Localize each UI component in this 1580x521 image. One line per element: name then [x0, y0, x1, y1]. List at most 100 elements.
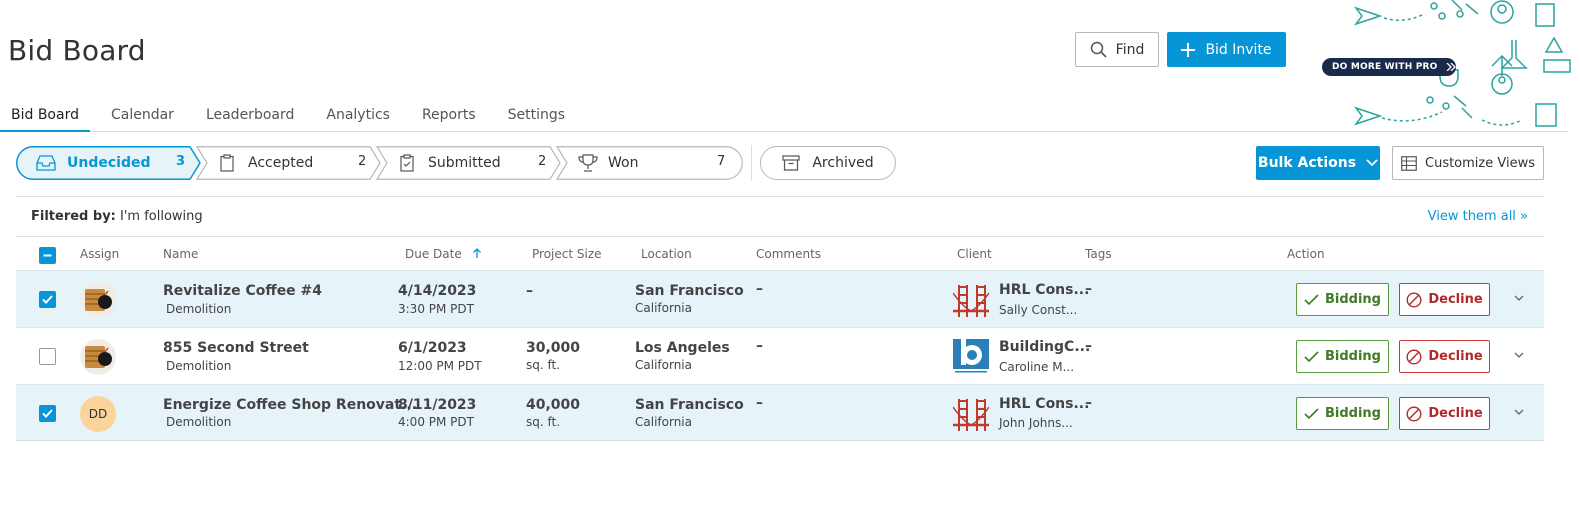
plus-icon — [1181, 42, 1196, 57]
decline-label: Decline — [1428, 349, 1483, 364]
location-state: California — [635, 415, 692, 429]
location-city: Los Angeles — [635, 340, 730, 356]
filter-text: Filtered by: I'm following — [31, 209, 203, 224]
stage-undecided[interactable]: Undecided 3 — [16, 146, 201, 180]
decline-button[interactable]: Decline — [1399, 397, 1490, 430]
table-row[interactable]: Revitalize Coffee #4 Demolition 4/14/202… — [16, 270, 1544, 327]
tab-settings[interactable]: Settings — [497, 103, 576, 132]
bidding-button[interactable]: Bidding — [1296, 283, 1389, 316]
comments: – — [756, 338, 763, 354]
stage-won-label: Won — [608, 155, 639, 171]
chevron-down-icon[interactable] — [1512, 291, 1526, 305]
project-size: 40,000 — [526, 397, 581, 413]
tab-analytics[interactable]: Analytics — [315, 103, 401, 132]
client-name[interactable]: HRL Cons... — [999, 282, 1089, 298]
project-name[interactable]: Energize Coffee Shop Renovat... — [163, 397, 417, 413]
tags: – — [1085, 281, 1092, 297]
ban-icon — [1406, 348, 1422, 365]
tab-reports[interactable]: Reports — [411, 103, 487, 132]
client-contact: John Johns... — [999, 416, 1073, 430]
select-all-checkbox[interactable] — [39, 247, 56, 264]
project-name[interactable]: Revitalize Coffee #4 — [163, 283, 322, 299]
stage-won[interactable]: Won 7 — [556, 146, 743, 180]
column-tags[interactable]: Tags — [1085, 247, 1112, 261]
column-comments[interactable]: Comments — [756, 247, 821, 261]
stage-accepted-count: 2 — [358, 154, 367, 169]
clipboard-icon — [220, 154, 234, 172]
bidding-label: Bidding — [1325, 406, 1381, 421]
tab-calendar[interactable]: Calendar — [100, 103, 185, 132]
bulk-actions-button[interactable]: Bulk Actions — [1256, 146, 1380, 180]
column-client[interactable]: Client — [957, 247, 992, 261]
table-header: Assign Name Due Date Project Size Locati… — [16, 238, 1544, 270]
tab-leaderboard[interactable]: Leaderboard — [195, 103, 305, 132]
decline-button[interactable]: Decline — [1399, 283, 1490, 316]
stage-undecided-label: Undecided — [67, 155, 151, 171]
column-project-size[interactable]: Project Size — [532, 247, 602, 261]
bulk-actions-label: Bulk Actions — [1257, 155, 1357, 171]
stage-submitted-label: Submitted — [428, 155, 501, 171]
clipboard-check-icon — [400, 154, 414, 172]
ban-icon — [1406, 405, 1422, 422]
comments: – — [756, 281, 763, 297]
column-assign[interactable]: Assign — [80, 247, 119, 261]
column-due-date[interactable]: Due Date — [405, 247, 482, 261]
tags: – — [1085, 338, 1092, 354]
chevron-down-icon[interactable] — [1512, 405, 1526, 419]
chevron-down-icon[interactable] — [1512, 348, 1526, 362]
promo-pill[interactable]: DO MORE WITH PRO — [1322, 58, 1456, 76]
check-icon — [1304, 293, 1319, 305]
toolbar-divider — [751, 145, 752, 181]
row-checkbox[interactable] — [39, 348, 56, 365]
user-photo-icon — [80, 282, 116, 318]
minus-icon — [43, 254, 52, 257]
bid-invite-button[interactable]: Bid Invite — [1167, 32, 1286, 67]
bidding-button[interactable]: Bidding — [1296, 397, 1389, 430]
view-all-link[interactable]: View them all » — [1428, 209, 1528, 224]
customize-views-button[interactable]: Customize Views — [1392, 146, 1544, 180]
company-logo-icon — [953, 338, 989, 375]
avatar[interactable] — [80, 282, 116, 318]
location-state: California — [635, 301, 692, 315]
customize-views-label: Customize Views — [1425, 155, 1535, 171]
row-checkbox[interactable] — [39, 405, 56, 422]
due-time: 4:00 PM PDT — [398, 415, 474, 429]
location-state: California — [635, 358, 692, 372]
stage-accepted[interactable]: Accepted 2 — [196, 146, 381, 180]
stage-submitted[interactable]: Submitted 2 — [376, 146, 561, 180]
row-checkbox[interactable] — [39, 291, 56, 308]
column-action: Action — [1287, 247, 1325, 261]
project-trade: Demolition — [166, 415, 232, 429]
project-size: – — [526, 283, 533, 299]
location-city: San Francisco — [635, 283, 744, 299]
inbox-icon — [36, 155, 56, 171]
tab-bid-board[interactable]: Bid Board — [0, 103, 90, 132]
promo-label: DO MORE WITH PRO — [1332, 62, 1438, 72]
table-row[interactable]: DD Energize Coffee Shop Renovat... Demol… — [16, 384, 1544, 441]
column-location[interactable]: Location — [641, 247, 692, 261]
filter-bar: Filtered by: I'm following View them all… — [16, 196, 1544, 237]
avatar[interactable] — [80, 339, 116, 375]
bid-invite-label: Bid Invite — [1205, 41, 1272, 58]
archived-button[interactable]: Archived — [760, 146, 896, 180]
main-tabs: Bid Board Calendar Leaderboard Analytics… — [0, 103, 1568, 132]
decline-label: Decline — [1428, 292, 1483, 307]
ban-icon — [1406, 291, 1422, 308]
project-size-unit: sq. ft. — [526, 415, 561, 429]
client-name[interactable]: BuildingC... — [999, 339, 1090, 355]
project-name[interactable]: 855 Second Street — [163, 340, 309, 356]
bidding-button[interactable]: Bidding — [1296, 340, 1389, 373]
table-row[interactable]: 855 Second Street Demolition 6/1/2023 12… — [16, 327, 1544, 384]
find-button[interactable]: Find — [1075, 32, 1159, 67]
trophy-icon — [578, 154, 598, 172]
stage-submitted-count: 2 — [538, 154, 547, 169]
column-name[interactable]: Name — [163, 247, 198, 261]
decline-button[interactable]: Decline — [1399, 340, 1490, 373]
check-icon — [1304, 350, 1319, 362]
find-label: Find — [1115, 41, 1145, 58]
tags: – — [1085, 395, 1092, 411]
table-grid-icon — [1401, 155, 1417, 171]
client-name[interactable]: HRL Cons... — [999, 396, 1089, 412]
avatar[interactable]: DD — [80, 396, 116, 432]
bidding-label: Bidding — [1325, 292, 1381, 307]
